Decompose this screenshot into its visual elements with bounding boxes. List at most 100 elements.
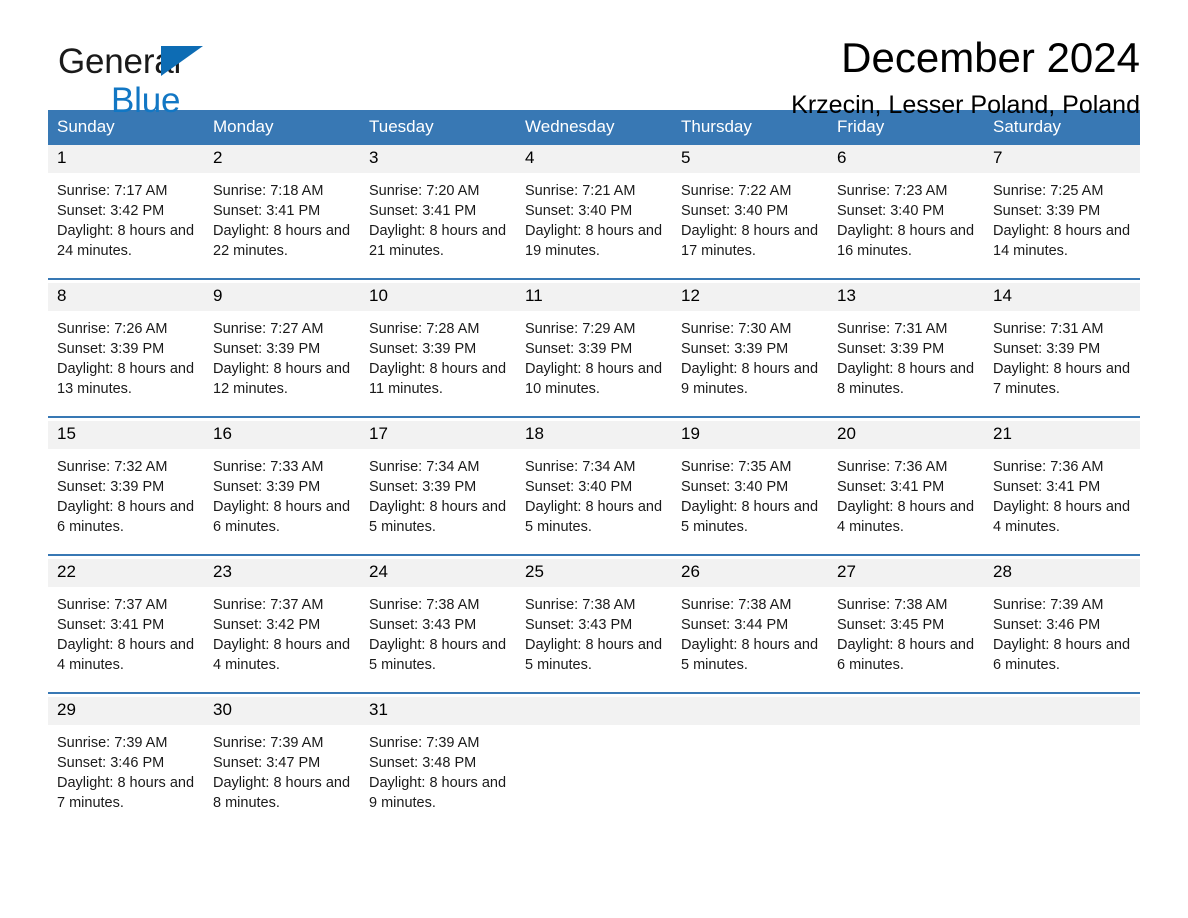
daylight-text: Daylight: 8 hours and 6 minutes. — [993, 636, 1131, 673]
day-cell[interactable]: 18 Sunrise: 7:34 AM Sunset: 3:40 PM Dayligh… — [516, 421, 672, 555]
sunrise-text: Sunrise: 7:35 AM — [681, 458, 792, 475]
day-cell[interactable]: 12 Sunrise: 7:30 AM Sunset: 3:39 PM Dayligh… — [672, 283, 828, 417]
day-info: Sunrise: 7:39 AM Sunset: 3:46 PM Daylight:… — [48, 725, 204, 813]
daylight-text: Daylight: 8 hours and 19 minutes. — [525, 222, 663, 259]
day-cell[interactable]: 27 Sunrise: 7:38 AM Sunset: 3:45 PM Dayligh… — [828, 559, 984, 693]
sunrise-text: Sunrise: 7:29 AM — [525, 320, 636, 337]
sunrise-text: Sunrise: 7:18 AM — [213, 182, 324, 199]
day-number: 14 — [984, 283, 1140, 311]
day-info: Sunrise: 7:33 AM Sunset: 3:39 PM Daylight:… — [204, 449, 360, 537]
day-info: Sunrise: 7:17 AM Sunset: 3:42 PM Daylight:… — [48, 173, 204, 261]
day-cell[interactable]: 9 Sunrise: 7:27 AM Sunset: 3:39 PM Daylight… — [204, 283, 360, 417]
day-info: Sunrise: 7:20 AM Sunset: 3:41 PM Daylight:… — [360, 173, 516, 261]
daylight-text: Daylight: 8 hours and 7 minutes. — [57, 774, 195, 811]
daylight-text: Daylight: 8 hours and 16 minutes. — [837, 222, 975, 259]
sunrise-text: Sunrise: 7:34 AM — [525, 458, 636, 475]
day-cell[interactable]: 2 Sunrise: 7:18 AM Sunset: 3:41 PM Daylight… — [204, 145, 360, 279]
day-cell[interactable]: 30 Sunrise: 7:39 AM Sunset: 3:47 PM Dayligh… — [204, 697, 360, 831]
week-row: 29 Sunrise: 7:39 AM Sunset: 3:46 PM Dayligh… — [48, 697, 1140, 831]
day-cell[interactable]: 26 Sunrise: 7:38 AM Sunset: 3:44 PM Dayligh… — [672, 559, 828, 693]
day-info: Sunrise: 7:37 AM Sunset: 3:42 PM Daylight:… — [204, 587, 360, 675]
sunset-text: Sunset: 3:39 PM — [837, 340, 945, 357]
day-number: 28 — [984, 559, 1140, 587]
location-subtitle: Krzecin, Lesser Poland, Poland — [791, 91, 1140, 120]
sunset-text: Sunset: 3:47 PM — [213, 754, 321, 771]
daylight-text: Daylight: 8 hours and 24 minutes. — [57, 222, 195, 259]
daylight-text: Daylight: 8 hours and 5 minutes. — [525, 636, 663, 673]
day-cell[interactable]: 21 Sunrise: 7:36 AM Sunset: 3:41 PM Dayligh… — [984, 421, 1140, 555]
sunrise-text: Sunrise: 7:39 AM — [369, 734, 480, 751]
day-cell[interactable]: 23 Sunrise: 7:37 AM Sunset: 3:42 PM Dayligh… — [204, 559, 360, 693]
day-info: Sunrise: 7:38 AM Sunset: 3:45 PM Daylight:… — [828, 587, 984, 675]
day-cell[interactable]: 10 Sunrise: 7:28 AM Sunset: 3:39 PM Dayligh… — [360, 283, 516, 417]
day-number: 18 — [516, 421, 672, 449]
daylight-text: Daylight: 8 hours and 11 minutes. — [369, 360, 507, 397]
sunset-text: Sunset: 3:39 PM — [681, 340, 789, 357]
day-cell[interactable]: 20 Sunrise: 7:36 AM Sunset: 3:41 PM Dayligh… — [828, 421, 984, 555]
daylight-text: Daylight: 8 hours and 17 minutes. — [681, 222, 819, 259]
day-cell[interactable]: 3 Sunrise: 7:20 AM Sunset: 3:41 PM Daylight… — [360, 145, 516, 279]
calendar-body: 1 Sunrise: 7:17 AM Sunset: 3:42 PM Daylight… — [48, 145, 1140, 831]
day-cell[interactable]: 17 Sunrise: 7:34 AM Sunset: 3:39 PM Dayligh… — [360, 421, 516, 555]
day-cell[interactable]: 16 Sunrise: 7:33 AM Sunset: 3:39 PM Dayligh… — [204, 421, 360, 555]
day-info: Sunrise: 7:22 AM Sunset: 3:40 PM Daylight:… — [672, 173, 828, 261]
day-cell[interactable]: 8 Sunrise: 7:26 AM Sunset: 3:39 PM Daylight… — [48, 283, 204, 417]
day-cell[interactable]: 24 Sunrise: 7:38 AM Sunset: 3:43 PM Dayligh… — [360, 559, 516, 693]
day-cell[interactable]: 22 Sunrise: 7:37 AM Sunset: 3:41 PM Dayligh… — [48, 559, 204, 693]
day-cell-empty — [828, 697, 984, 831]
day-number: 21 — [984, 421, 1140, 449]
sunrise-text: Sunrise: 7:39 AM — [993, 596, 1104, 613]
day-cell[interactable]: 19 Sunrise: 7:35 AM Sunset: 3:40 PM Dayligh… — [672, 421, 828, 555]
day-info: Sunrise: 7:37 AM Sunset: 3:41 PM Daylight:… — [48, 587, 204, 675]
day-cell[interactable]: 5 Sunrise: 7:22 AM Sunset: 3:40 PM Daylight… — [672, 145, 828, 279]
day-number: 24 — [360, 559, 516, 587]
calendar-table: Sunday Monday Tuesday Wednesday Thursday… — [48, 110, 1140, 831]
sunset-text: Sunset: 3:39 PM — [993, 340, 1101, 357]
day-cell[interactable]: 14 Sunrise: 7:31 AM Sunset: 3:39 PM Dayligh… — [984, 283, 1140, 417]
sunset-text: Sunset: 3:40 PM — [525, 202, 633, 219]
sunrise-text: Sunrise: 7:30 AM — [681, 320, 792, 337]
day-cell[interactable]: 6 Sunrise: 7:23 AM Sunset: 3:40 PM Daylight… — [828, 145, 984, 279]
day-number: 29 — [48, 697, 204, 725]
daylight-text: Daylight: 8 hours and 5 minutes. — [369, 636, 507, 673]
sunset-text: Sunset: 3:48 PM — [369, 754, 477, 771]
sunset-text: Sunset: 3:39 PM — [57, 340, 165, 357]
day-cell[interactable]: 4 Sunrise: 7:21 AM Sunset: 3:40 PM Daylight… — [516, 145, 672, 279]
day-number: 17 — [360, 421, 516, 449]
day-number: 25 — [516, 559, 672, 587]
day-cell[interactable]: 7 Sunrise: 7:25 AM Sunset: 3:39 PM Daylight… — [984, 145, 1140, 279]
logo-triangle-icon — [161, 46, 203, 76]
sunset-text: Sunset: 3:46 PM — [57, 754, 165, 771]
day-number: 10 — [360, 283, 516, 311]
day-number: 6 — [828, 145, 984, 173]
week-row: 8 Sunrise: 7:26 AM Sunset: 3:39 PM Daylight… — [48, 283, 1140, 417]
daylight-text: Daylight: 8 hours and 21 minutes. — [369, 222, 507, 259]
day-cell[interactable]: 28 Sunrise: 7:39 AM Sunset: 3:46 PM Dayligh… — [984, 559, 1140, 693]
daylight-text: Daylight: 8 hours and 9 minutes. — [681, 360, 819, 397]
day-number-empty — [516, 697, 672, 725]
day-cell[interactable]: 15 Sunrise: 7:32 AM Sunset: 3:39 PM Dayligh… — [48, 421, 204, 555]
daylight-text: Daylight: 8 hours and 4 minutes. — [57, 636, 195, 673]
sunrise-text: Sunrise: 7:17 AM — [57, 182, 168, 199]
sunset-text: Sunset: 3:41 PM — [213, 202, 321, 219]
day-cell-empty — [672, 697, 828, 831]
day-cell[interactable]: 11 Sunrise: 7:29 AM Sunset: 3:39 PM Dayligh… — [516, 283, 672, 417]
day-number: 15 — [48, 421, 204, 449]
sunset-text: Sunset: 3:43 PM — [369, 616, 477, 633]
sunset-text: Sunset: 3:39 PM — [369, 340, 477, 357]
day-info: Sunrise: 7:21 AM Sunset: 3:40 PM Daylight:… — [516, 173, 672, 261]
day-cell[interactable]: 29 Sunrise: 7:39 AM Sunset: 3:46 PM Dayligh… — [48, 697, 204, 831]
day-cell[interactable]: 25 Sunrise: 7:38 AM Sunset: 3:43 PM Dayligh… — [516, 559, 672, 693]
day-cell[interactable]: 13 Sunrise: 7:31 AM Sunset: 3:39 PM Dayligh… — [828, 283, 984, 417]
sunset-text: Sunset: 3:39 PM — [213, 340, 321, 357]
day-cell[interactable]: 31 Sunrise: 7:39 AM Sunset: 3:48 PM Dayligh… — [360, 697, 516, 831]
sunrise-text: Sunrise: 7:38 AM — [681, 596, 792, 613]
day-info: Sunrise: 7:18 AM Sunset: 3:41 PM Daylight:… — [204, 173, 360, 261]
generalblue-logo: General Blue — [58, 44, 318, 118]
weekday-header-tuesday: Tuesday — [360, 110, 516, 145]
day-cell[interactable]: 1 Sunrise: 7:17 AM Sunset: 3:42 PM Daylight… — [48, 145, 204, 279]
sunset-text: Sunset: 3:46 PM — [993, 616, 1101, 633]
sunrise-text: Sunrise: 7:22 AM — [681, 182, 792, 199]
daylight-text: Daylight: 8 hours and 8 minutes. — [837, 360, 975, 397]
day-info: Sunrise: 7:29 AM Sunset: 3:39 PM Daylight:… — [516, 311, 672, 399]
